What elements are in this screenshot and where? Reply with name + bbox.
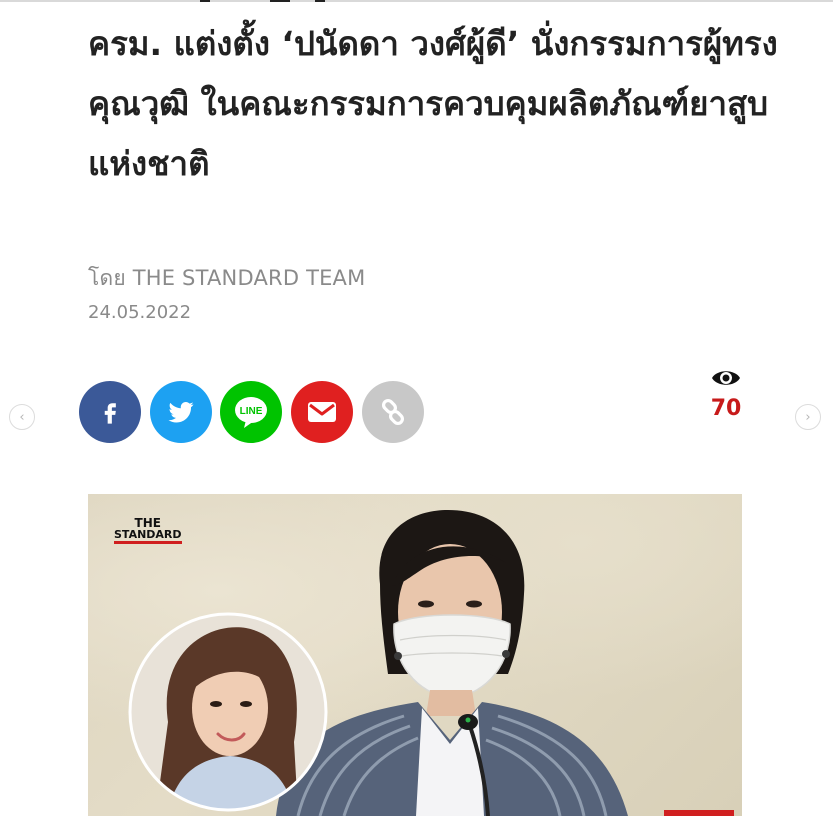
share-twitter-button[interactable] (150, 381, 212, 443)
top-mark (270, 0, 290, 2)
share-facebook-button[interactable] (79, 381, 141, 443)
chevron-right-icon: › (805, 409, 811, 425)
article-date: 24.05.2022 (88, 302, 192, 323)
view-count: 70 (710, 396, 742, 421)
article-author[interactable]: โดย THE STANDARD TEAM (88, 262, 365, 295)
inset-portrait (128, 612, 328, 812)
article-photo[interactable]: THE STANDARD (88, 494, 742, 816)
line-icon: LINE (235, 397, 267, 428)
photo-red-accent (664, 810, 734, 816)
eye-icon (712, 371, 740, 385)
copy-link-button[interactable] (362, 381, 424, 443)
facebook-icon (104, 403, 116, 424)
next-arrow-button[interactable]: › (795, 404, 821, 430)
top-border (0, 0, 833, 2)
share-line-button[interactable]: LINE (220, 381, 282, 443)
link-icon (381, 398, 405, 426)
article-headline: ครม. แต่งตั้ง ‘ปนัดดา วงศ์ผู้ดี’ นั่งกรร… (88, 24, 778, 183)
twitter-icon (168, 402, 194, 423)
chevron-left-icon: ‹ (19, 409, 25, 425)
top-mark (200, 0, 210, 2)
top-mark (315, 0, 325, 2)
mail-icon (308, 402, 336, 422)
prev-arrow-button[interactable]: ‹ (9, 404, 35, 430)
share-email-button[interactable] (291, 381, 353, 443)
line-icon-label: LINE (240, 406, 263, 417)
